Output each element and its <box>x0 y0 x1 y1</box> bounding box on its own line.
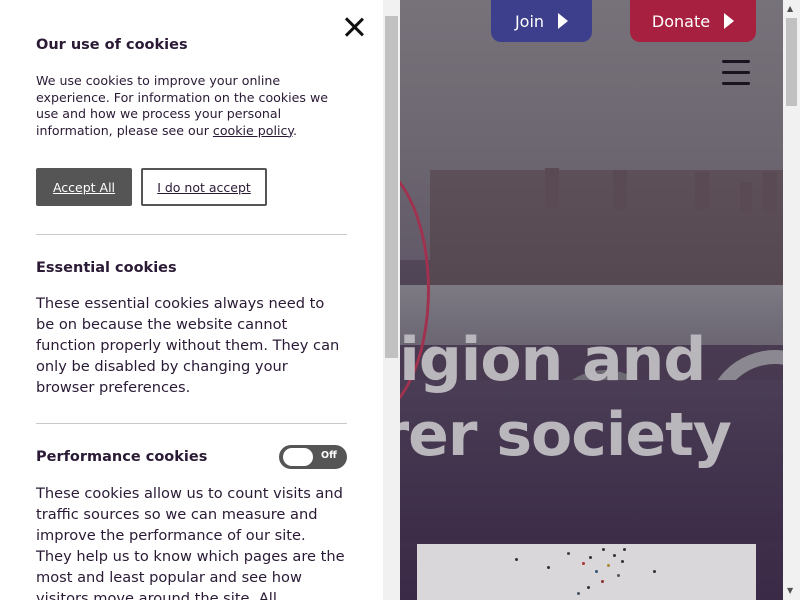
accept-all-button[interactable]: Accept All <box>36 168 132 206</box>
cookie-intro-end: . <box>293 122 298 138</box>
crowd-image <box>417 544 756 600</box>
hero-heading-line-2: irer society <box>360 400 732 470</box>
donate-button[interactable]: Donate <box>630 0 756 42</box>
cookie-panel-scroll-thumb[interactable] <box>385 16 398 358</box>
chimney-tower <box>740 182 752 212</box>
performance-cookies-title: Performance cookies <box>36 449 208 465</box>
divider <box>36 423 347 424</box>
arrow-right-icon <box>724 13 735 29</box>
cookie-panel-title: Our use of cookies <box>36 37 188 53</box>
chimney-tower <box>695 172 709 210</box>
join-label: Join <box>514 11 545 31</box>
cookie-policy-link[interactable]: cookie policy <box>213 123 293 138</box>
join-button[interactable]: Join <box>491 0 592 42</box>
cookie-button-row: Accept All I do not accept <box>36 168 267 206</box>
divider <box>36 234 347 235</box>
chimney-tower <box>613 170 627 210</box>
performance-cookies-text: These cookies allow us to count visits a… <box>36 485 345 600</box>
scroll-up-arrow-icon[interactable]: ▲ <box>787 4 793 13</box>
chimney-tower <box>545 168 559 208</box>
performance-cookies-toggle[interactable]: Off <box>279 445 347 469</box>
do-not-accept-button[interactable]: I do not accept <box>141 168 267 206</box>
chimney-tower <box>763 172 777 212</box>
arrow-right-icon <box>558 13 569 29</box>
essential-cookies-text: These essential cookies always need to b… <box>36 295 340 396</box>
page-scrollbar[interactable]: ▲ ▼ <box>783 0 800 600</box>
page-scroll-thumb[interactable] <box>786 18 797 106</box>
essential-cookies-title: Essential cookies <box>36 260 177 276</box>
scroll-down-arrow-icon[interactable]: ▼ <box>787 586 793 595</box>
close-icon[interactable] <box>344 16 366 38</box>
cookie-intro-text: We use cookies to improve your online ex… <box>36 73 346 139</box>
cookie-panel-scrollbar[interactable] <box>383 0 400 600</box>
donate-label: Donate <box>651 11 711 31</box>
hamburger-menu-icon[interactable] <box>722 60 750 86</box>
cookie-panel: Our use of cookies We use cookies to imp… <box>0 0 400 600</box>
toggle-knob <box>283 448 313 466</box>
toggle-state-label: Off <box>321 450 337 461</box>
